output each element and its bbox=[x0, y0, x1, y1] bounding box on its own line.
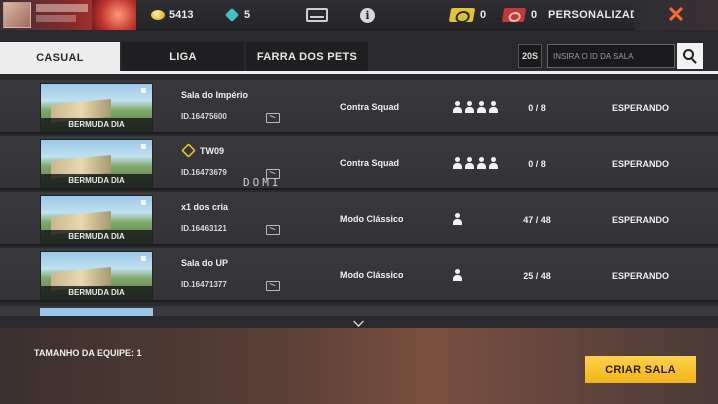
banner-art bbox=[92, 0, 136, 30]
top-bar: 5413 5 i 0 0 PERSONALIZADA ✕ bbox=[0, 0, 718, 30]
create-room-button[interactable]: CRIAR SALA bbox=[585, 356, 696, 383]
room-status: ESPERANDO bbox=[612, 271, 670, 281]
player-banner[interactable] bbox=[0, 0, 136, 30]
room-mode: Modo Clássico bbox=[340, 270, 404, 280]
ticket-icon bbox=[501, 8, 527, 22]
watermark-text: DOMI bbox=[243, 176, 282, 189]
room-id-search-input[interactable] bbox=[547, 44, 675, 68]
room-status: ESPERANDO bbox=[612, 103, 670, 113]
spectate-icon bbox=[266, 225, 280, 235]
mode-title: PERSONALIZADA bbox=[548, 9, 647, 21]
person-icon bbox=[464, 101, 474, 113]
room-id: ID.16473679 bbox=[181, 168, 227, 177]
map-name: BERMUDA DIA bbox=[41, 118, 152, 132]
map-thumbnail: BERMUDA DIA bbox=[40, 251, 153, 301]
mail-icon bbox=[306, 8, 328, 22]
diamond-icon bbox=[226, 9, 240, 21]
person-icon bbox=[476, 157, 486, 169]
chevron-down-icon[interactable] bbox=[353, 316, 364, 327]
map-name: BERMUDA DIA bbox=[41, 230, 152, 244]
map-thumbnail: BERMUDA DIA bbox=[40, 195, 153, 245]
room-name: Sala do UP bbox=[181, 258, 229, 268]
person-icon bbox=[464, 157, 474, 169]
players-icons bbox=[452, 213, 462, 225]
gold-counter: 5413 bbox=[151, 0, 193, 30]
players-icons bbox=[452, 101, 498, 113]
tabs-row: CASUAL LIGA FARRA DOS PETS 20S bbox=[0, 40, 718, 74]
tab-liga[interactable]: LIGA bbox=[122, 42, 244, 72]
person-icon bbox=[452, 157, 462, 169]
player-avatar bbox=[3, 2, 31, 28]
room-count-box[interactable]: 20S bbox=[518, 44, 542, 68]
tab-casual[interactable]: CASUAL bbox=[0, 42, 120, 74]
search-icon bbox=[683, 49, 694, 60]
room-player-count: 47 / 48 bbox=[523, 215, 551, 225]
room-card-icon bbox=[448, 8, 476, 22]
players-icons bbox=[452, 157, 498, 169]
person-icon bbox=[488, 101, 498, 113]
person-icon bbox=[488, 157, 498, 169]
room-player-count: 0 / 8 bbox=[528, 159, 546, 169]
ticket-counter: 0 bbox=[501, 0, 538, 30]
player-title-art bbox=[36, 15, 76, 22]
coin-icon bbox=[151, 10, 165, 20]
room-name: x1 dos cria bbox=[181, 202, 229, 212]
diamond-value: 5 bbox=[244, 9, 251, 21]
mail-button[interactable] bbox=[306, 0, 328, 30]
room-id: ID.16471377 bbox=[181, 280, 227, 289]
tab-farra-dos-pets[interactable]: FARRA DOS PETS bbox=[246, 42, 368, 72]
room-mode: Modo Clássico bbox=[340, 214, 404, 224]
room-player-count: 0 / 8 bbox=[528, 103, 546, 113]
person-icon bbox=[476, 101, 486, 113]
room-id: ID.16475600 bbox=[181, 112, 227, 121]
ticket-value: 0 bbox=[531, 9, 538, 21]
close-button[interactable]: ✕ bbox=[634, 0, 718, 30]
close-icon: ✕ bbox=[666, 2, 686, 27]
person-icon bbox=[452, 101, 462, 113]
diamond-counter: 5 bbox=[226, 0, 250, 30]
map-name: BERMUDA DIA bbox=[41, 286, 152, 300]
room-name: TW09 bbox=[200, 146, 225, 156]
search-button[interactable] bbox=[677, 43, 703, 69]
room-status: ESPERANDO bbox=[612, 159, 670, 169]
person-icon bbox=[452, 269, 462, 281]
map-thumbnail: BERMUDA DIA bbox=[40, 83, 153, 133]
person-icon bbox=[452, 213, 462, 225]
players-icons bbox=[452, 269, 462, 281]
map-name: BERMUDA DIA bbox=[41, 174, 152, 188]
room-mode: Contra Squad bbox=[340, 158, 400, 168]
rank-badge-icon bbox=[181, 143, 196, 158]
team-size-label: TAMANHO DA EQUIPE: 1 bbox=[34, 348, 142, 358]
spectate-icon bbox=[266, 281, 280, 291]
room-mode: Contra Squad bbox=[340, 102, 400, 112]
room-row-partial[interactable] bbox=[0, 306, 718, 316]
room-row[interactable]: BERMUDA DIA TW09 ID.16473679 Contra Squa… bbox=[0, 136, 718, 190]
spectate-icon bbox=[266, 113, 280, 123]
room-name: Sala do Império bbox=[181, 90, 249, 100]
gold-value: 5413 bbox=[169, 9, 194, 21]
player-nickname-art bbox=[36, 4, 88, 12]
info-icon: i bbox=[360, 7, 375, 23]
map-thumbnail: BERMUDA DIA bbox=[40, 139, 153, 189]
room-status: ESPERANDO bbox=[612, 215, 670, 225]
info-button[interactable]: i bbox=[360, 0, 375, 30]
map-thumbnail bbox=[40, 308, 153, 316]
room-row[interactable]: BERMUDA DIA Sala do UP ID.16471377 Modo … bbox=[0, 248, 718, 302]
room-id: ID.16463121 bbox=[181, 224, 227, 233]
room-card-counter: 0 bbox=[448, 0, 487, 30]
room-row[interactable]: BERMUDA DIA x1 dos cria ID.16463121 Modo… bbox=[0, 192, 718, 246]
footer-bar: TAMANHO DA EQUIPE: 1 CRIAR SALA bbox=[0, 328, 718, 404]
room-list[interactable]: BERMUDA DIA Sala do Império ID.16475600 … bbox=[0, 80, 718, 316]
room-player-count: 25 / 48 bbox=[523, 271, 551, 281]
room-row[interactable]: BERMUDA DIA Sala do Império ID.16475600 … bbox=[0, 80, 718, 134]
room-card-value: 0 bbox=[480, 9, 487, 21]
